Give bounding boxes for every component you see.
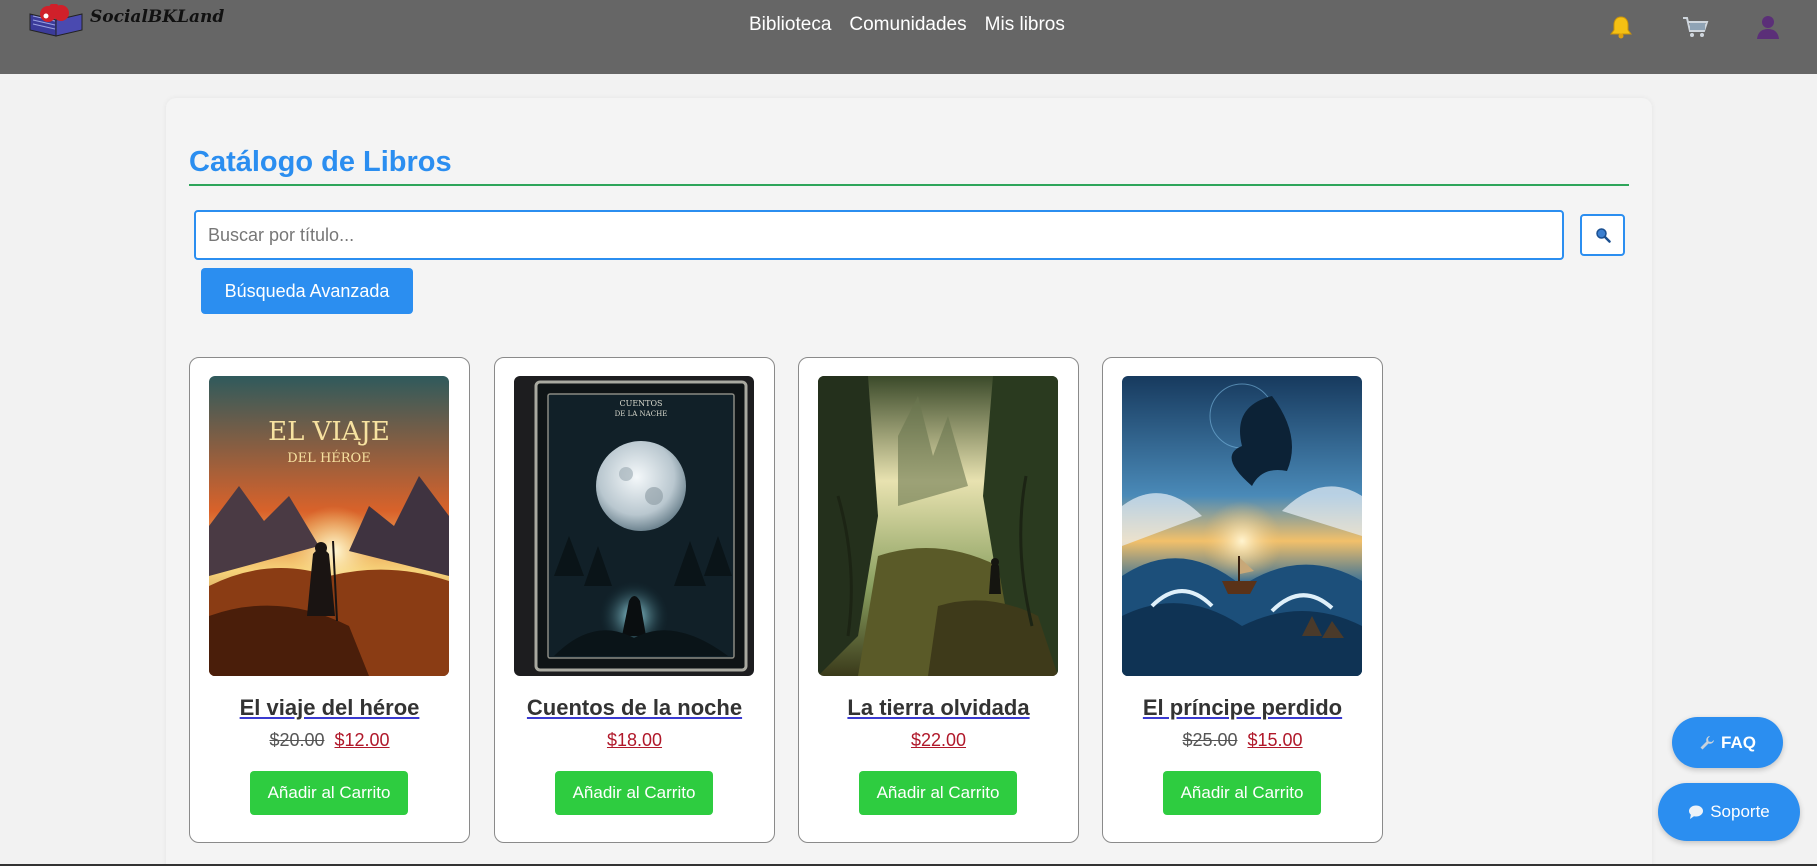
- book-title-link[interactable]: La tierra olvidada: [799, 695, 1078, 721]
- nav-comunidades[interactable]: Comunidades: [849, 14, 966, 36]
- user-profile-button[interactable]: [1753, 12, 1783, 42]
- add-to-cart-button[interactable]: Añadir al Carrito: [859, 771, 1017, 815]
- cover-art-forgotten-land: [818, 376, 1058, 676]
- book-card: CUENTOS DE LA NACHE Cuentos de la noche …: [494, 357, 775, 843]
- faq-button[interactable]: FAQ: [1672, 717, 1783, 768]
- cover-art-night-tales: CUENTOS DE LA NACHE: [514, 376, 754, 676]
- add-to-cart-button[interactable]: Añadir al Carrito: [250, 771, 408, 815]
- cover-title-text: CUENTOS: [619, 399, 662, 408]
- book-card: El príncipe perdido $25.00 $15.00 Añadir …: [1102, 357, 1383, 843]
- cover-art-hero-journey: EL VIAJE DEL HÉROE: [209, 376, 449, 676]
- book-title-link[interactable]: El viaje del héroe: [190, 695, 469, 721]
- main-nav: Biblioteca Comunidades Mis libros: [749, 14, 1065, 36]
- cart-icon: [1683, 17, 1709, 37]
- logo[interactable]: SocialBKLand: [28, 4, 224, 38]
- nav-biblioteca[interactable]: Biblioteca: [749, 14, 831, 36]
- page-title: Catálogo de Libros: [189, 146, 452, 178]
- faq-label: FAQ: [1721, 732, 1756, 752]
- catalog-container: Catálogo de Libros Búsqueda Avanzada: [166, 98, 1652, 866]
- wrench-icon: [1699, 735, 1715, 751]
- sale-price: $22.00: [910, 730, 967, 750]
- book-card: EL VIAJE DEL HÉROE El viaje del héroe $2…: [189, 357, 470, 843]
- logo-text: SocialBKLand: [90, 7, 225, 27]
- search-icon: [1595, 228, 1611, 243]
- search-input[interactable]: [194, 210, 1564, 260]
- cart-button[interactable]: [1680, 12, 1710, 42]
- price-row: $18.00: [495, 730, 774, 751]
- book-card: La tierra olvidada $22.00 Añadir al Carr…: [798, 357, 1079, 843]
- book-title-link[interactable]: El príncipe perdido: [1103, 695, 1382, 721]
- book-cover-image[interactable]: [818, 376, 1058, 676]
- sale-price: $12.00: [334, 730, 390, 750]
- chat-bubble-icon: [1688, 804, 1704, 820]
- bell-icon: [1610, 16, 1632, 39]
- original-price: $25.00: [1182, 730, 1238, 750]
- add-to-cart-button[interactable]: Añadir al Carrito: [1163, 771, 1321, 815]
- price-row: $22.00: [799, 730, 1078, 751]
- sale-price: $18.00: [606, 730, 663, 750]
- book-cover-image[interactable]: EL VIAJE DEL HÉROE: [209, 376, 449, 676]
- cover-art-lost-prince: [1122, 376, 1362, 676]
- nav-mis-libros[interactable]: Mis libros: [985, 14, 1065, 36]
- user-icon: [1757, 16, 1779, 39]
- book-title-link[interactable]: Cuentos de la noche: [495, 695, 774, 721]
- sale-price: $15.00: [1247, 730, 1303, 750]
- cover-title-text: EL VIAJE: [268, 417, 390, 447]
- top-bar: SocialBKLand Biblioteca Comunidades Mis …: [0, 0, 1817, 74]
- title-divider: [189, 184, 1629, 186]
- original-price: $20.00: [269, 730, 325, 750]
- cover-subtitle-text: DEL HÉROE: [287, 450, 370, 466]
- book-logo-icon: [29, 4, 83, 37]
- add-to-cart-button[interactable]: Añadir al Carrito: [555, 771, 713, 815]
- price-row: $20.00 $12.00: [190, 730, 469, 751]
- cover-subtitle-text: DE LA NACHE: [615, 410, 668, 418]
- search-button[interactable]: [1580, 214, 1625, 256]
- book-cover-image[interactable]: [1122, 376, 1362, 676]
- notifications-button[interactable]: [1606, 12, 1636, 42]
- advanced-search-button[interactable]: Búsqueda Avanzada: [201, 268, 413, 314]
- book-cover-image[interactable]: CUENTOS DE LA NACHE: [514, 376, 754, 676]
- support-label: Soporte: [1710, 802, 1770, 821]
- price-row: $25.00 $15.00: [1103, 730, 1382, 751]
- support-button[interactable]: Soporte: [1658, 783, 1800, 841]
